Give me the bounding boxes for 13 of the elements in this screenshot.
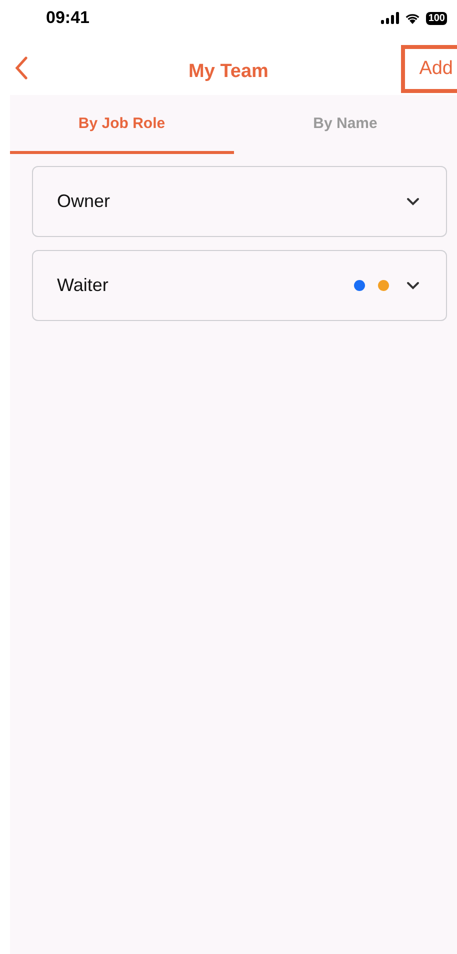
role-card[interactable]: Waiter xyxy=(32,250,447,321)
role-card[interactable]: Owner xyxy=(32,166,447,237)
status-time: 09:41 xyxy=(46,8,90,28)
chevron-icon[interactable] xyxy=(406,197,420,206)
tab[interactable]: By Job Role xyxy=(10,95,234,154)
signal-icon xyxy=(381,12,400,24)
role-name: Owner xyxy=(57,191,112,212)
screen-title: My Team xyxy=(188,61,268,83)
role-name: Waiter xyxy=(57,275,110,296)
wifi-icon xyxy=(404,12,422,24)
tab[interactable]: By Name xyxy=(234,95,457,154)
chevron-icon[interactable] xyxy=(406,281,420,290)
battery-level: 100 xyxy=(426,12,447,24)
